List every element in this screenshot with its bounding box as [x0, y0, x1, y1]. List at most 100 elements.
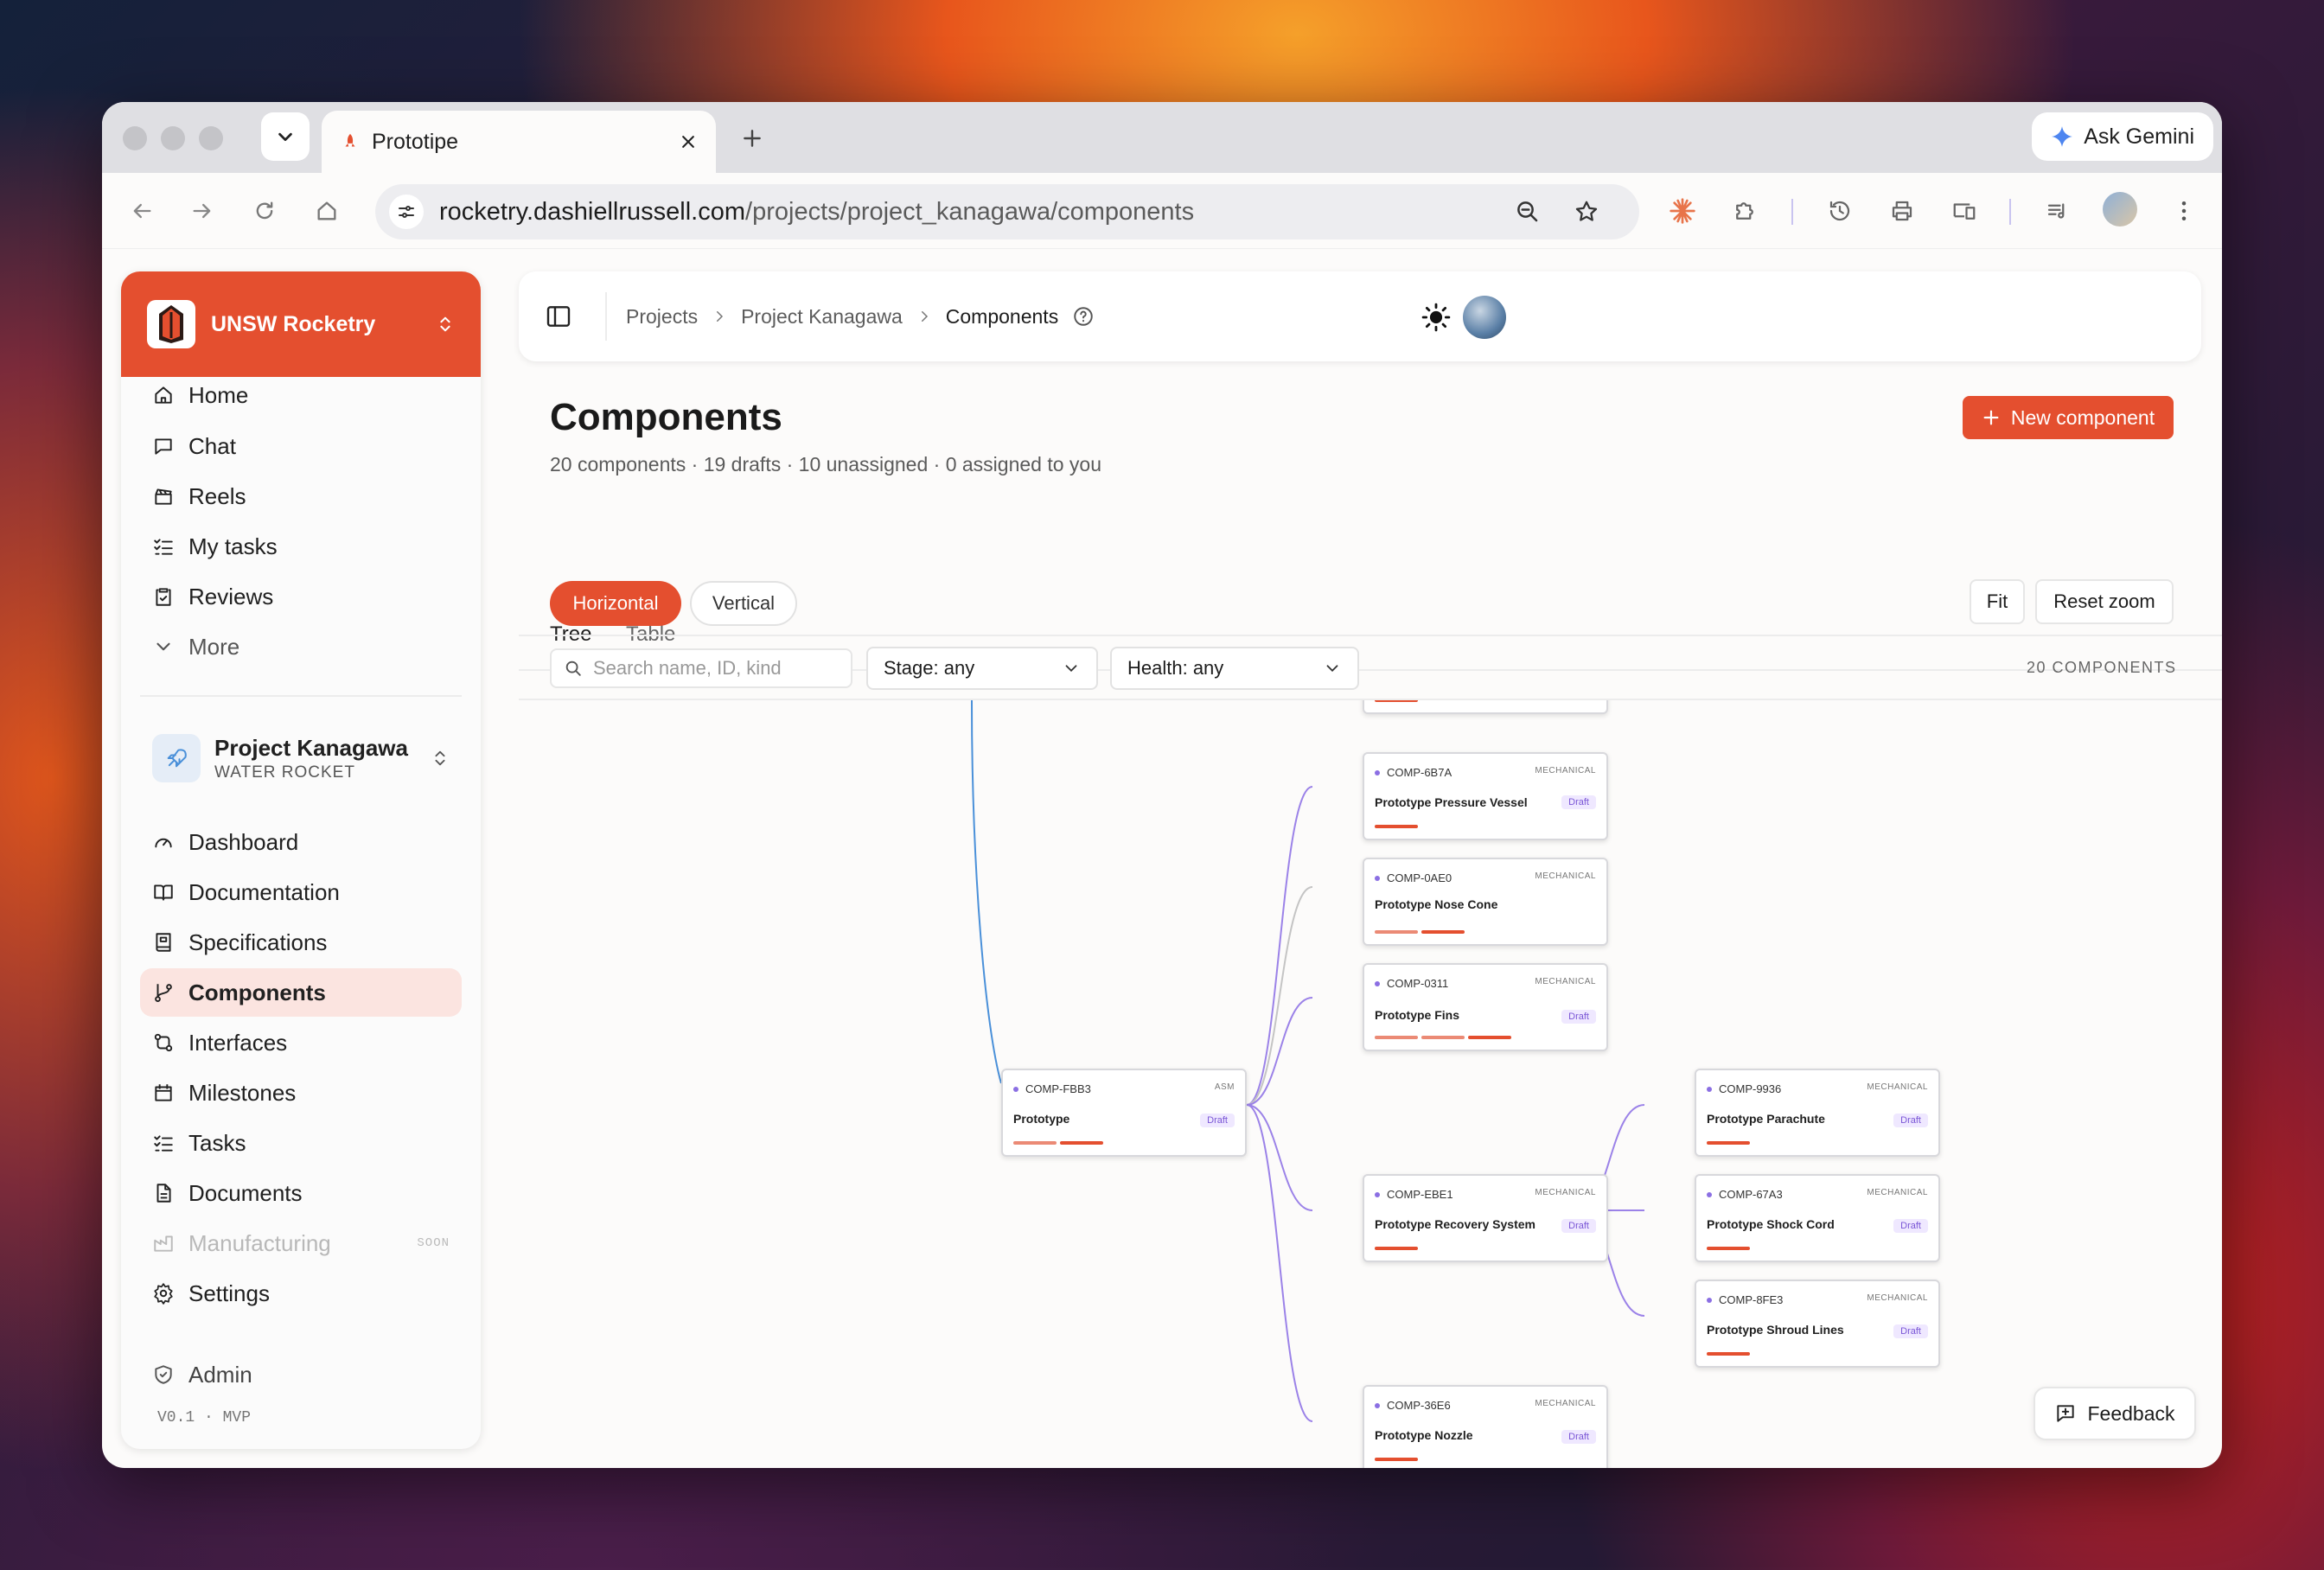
tree-node[interactable] [1363, 700, 1608, 714]
breadcrumb-project[interactable]: Project Kanagawa [741, 305, 903, 329]
sidebar-item-home[interactable]: Home [140, 377, 462, 413]
zoom-icon[interactable] [1515, 199, 1541, 225]
close-window-button[interactable] [123, 126, 147, 150]
tree-node-nose-cone[interactable]: COMP-0AE0 MECHANICAL Prototype Nose Cone [1363, 858, 1608, 946]
sidebar-item-documentation[interactable]: Documentation [140, 868, 462, 916]
tree-node-pressure-vessel[interactable]: COMP-6B7A MECHANICAL Prototype Pressure … [1363, 752, 1608, 840]
home-button[interactable] [311, 195, 342, 227]
address-bar[interactable]: rocketry.dashiellrussell.com/projects/pr… [375, 184, 1639, 239]
sidebar-item-label: Admin [188, 1361, 252, 1388]
minimize-window-button[interactable] [161, 126, 185, 150]
fit-button[interactable]: Fit [1970, 579, 2025, 624]
node-kind: ASM [1214, 1082, 1235, 1092]
tree-node-shroud-lines[interactable]: COMP-8FE3 MECHANICAL Prototype Shroud Li… [1695, 1280, 1940, 1368]
browser-menu-button[interactable] [2168, 195, 2200, 227]
health-bar [1060, 1141, 1103, 1145]
breadcrumb-current: Components [945, 304, 1059, 328]
page-summary: 20 components · 19 drafts · 10 unassigne… [550, 453, 1102, 475]
tab-search-button[interactable] [261, 112, 310, 161]
search-input[interactable] [593, 657, 835, 680]
tree-node-prototype[interactable]: COMP-FBB3 ASM Prototype Draft [1001, 1069, 1247, 1157]
sidebar-item-more[interactable]: More [140, 622, 462, 671]
sun-icon [1421, 303, 1451, 332]
browser-tab[interactable]: Prototipe [322, 111, 716, 173]
ask-gemini-button[interactable]: Ask Gemini [2032, 112, 2213, 161]
sidebar-item-admin[interactable]: Admin [140, 1350, 462, 1399]
devices-button[interactable] [1949, 195, 1980, 227]
breadcrumb-projects[interactable]: Projects [626, 305, 698, 329]
toolbar-divider [519, 635, 2222, 636]
tree-node-shock-cord[interactable]: COMP-67A3 MECHANICAL Prototype Shock Cor… [1695, 1174, 1940, 1262]
tree-node-parachute[interactable]: COMP-9936 MECHANICAL Prototype Parachute… [1695, 1069, 1940, 1157]
toggle-sidebar-button[interactable] [545, 303, 572, 330]
layout-horizontal-button[interactable]: Horizontal [550, 581, 681, 626]
search-field[interactable] [550, 648, 852, 688]
new-tab-button[interactable] [733, 119, 771, 157]
print-button[interactable] [1887, 195, 1918, 227]
project-avatar [152, 734, 201, 782]
sidebar-item-manufacturing: Manufacturing SOON [140, 1219, 462, 1267]
node-kind: MECHANICAL [1867, 1293, 1928, 1303]
plus-icon [1983, 410, 1999, 425]
close-tab-icon[interactable] [680, 133, 697, 150]
node-kind: MECHANICAL [1535, 871, 1596, 881]
new-component-button[interactable]: New component [1963, 396, 2174, 439]
bookmark-star-icon[interactable] [1574, 199, 1599, 225]
sidebar-item-tasks[interactable]: Tasks [140, 1119, 462, 1167]
tree-node-recovery-system[interactable]: COMP-EBE1 MECHANICAL Prototype Recovery … [1363, 1174, 1608, 1262]
chevron-right-icon [921, 311, 928, 322]
reload-button[interactable] [249, 195, 280, 227]
sidebar-item-settings[interactable]: Settings [140, 1269, 462, 1318]
gear-icon [154, 1283, 173, 1305]
node-id: COMP-9936 [1719, 1082, 1782, 1095]
tree-node-fins[interactable]: COMP-0311 MECHANICAL Prototype Fins Draf… [1363, 963, 1608, 1051]
draft-badge: Draft [1893, 1324, 1928, 1338]
health-bar [1375, 1247, 1418, 1250]
profile-avatar[interactable] [2103, 192, 2137, 227]
sidebar-item-interfaces[interactable]: Interfaces [140, 1018, 462, 1067]
sidebar-item-milestones[interactable]: Milestones [140, 1069, 462, 1117]
feedback-button[interactable]: Feedback [2034, 1387, 2196, 1440]
sidebar-item-my-tasks[interactable]: My tasks [140, 522, 462, 571]
shield-check-icon [155, 1365, 172, 1384]
tree-edge [971, 700, 1002, 1084]
factory-icon [154, 1235, 173, 1252]
stage-filter-select[interactable]: Stage: any [866, 647, 1098, 690]
health-filter-select[interactable]: Health: any [1110, 647, 1359, 690]
claude-extension-button[interactable] [1667, 195, 1698, 227]
sidebar-item-chat[interactable]: Chat [140, 422, 462, 470]
sidebar-item-reviews[interactable]: Reviews [140, 572, 462, 621]
project-switcher[interactable]: Project Kanagawa WATER ROCKET [140, 721, 462, 795]
sidebar-item-reels[interactable]: Reels [140, 472, 462, 520]
sidebar-item-label: Documentation [188, 878, 340, 905]
help-circle-icon[interactable] [1072, 305, 1095, 328]
history-button[interactable] [1824, 195, 1855, 227]
health-bar [1375, 1458, 1418, 1461]
url-text[interactable]: rocketry.dashiellrussell.com/projects/pr… [439, 198, 1515, 227]
new-component-label: New component [2010, 405, 2155, 429]
theme-toggle-button[interactable] [1421, 303, 1451, 332]
back-button[interactable] [126, 195, 157, 227]
user-avatar[interactable] [1463, 296, 1506, 339]
maximize-window-button[interactable] [199, 126, 223, 150]
sidebar-item-dashboard[interactable]: Dashboard [140, 818, 462, 866]
layout-vertical-button[interactable]: Vertical [690, 581, 797, 626]
node-name: Prototype Shock Cord [1707, 1217, 1835, 1231]
media-button[interactable] [2042, 195, 2073, 227]
project-name: Project Kanagawa [214, 734, 408, 761]
tree-node-nozzle[interactable]: COMP-36E6 MECHANICAL Prototype Nozzle Dr… [1363, 1385, 1608, 1468]
site-settings-button[interactable] [389, 195, 424, 229]
extensions-button[interactable] [1729, 195, 1760, 227]
sidebar-item-documents[interactable]: Documents [140, 1169, 462, 1217]
node-kind: MECHANICAL [1535, 1399, 1596, 1408]
forward-button[interactable] [187, 195, 218, 227]
tree-canvas[interactable]: COMP-6B7A MECHANICAL Prototype Pressure … [519, 700, 2222, 1468]
sidebar-panel-icon [546, 306, 571, 327]
feedback-label: Feedback [2087, 1401, 2175, 1425]
org-switcher[interactable]: UNSW Rocketry [121, 271, 481, 377]
sidebar-item-label: Specifications [188, 929, 328, 955]
reset-zoom-button[interactable]: Reset zoom [2035, 579, 2174, 624]
sidebar-item-components[interactable]: Components [140, 968, 462, 1017]
sidebar-item-specifications[interactable]: Specifications [140, 918, 462, 967]
